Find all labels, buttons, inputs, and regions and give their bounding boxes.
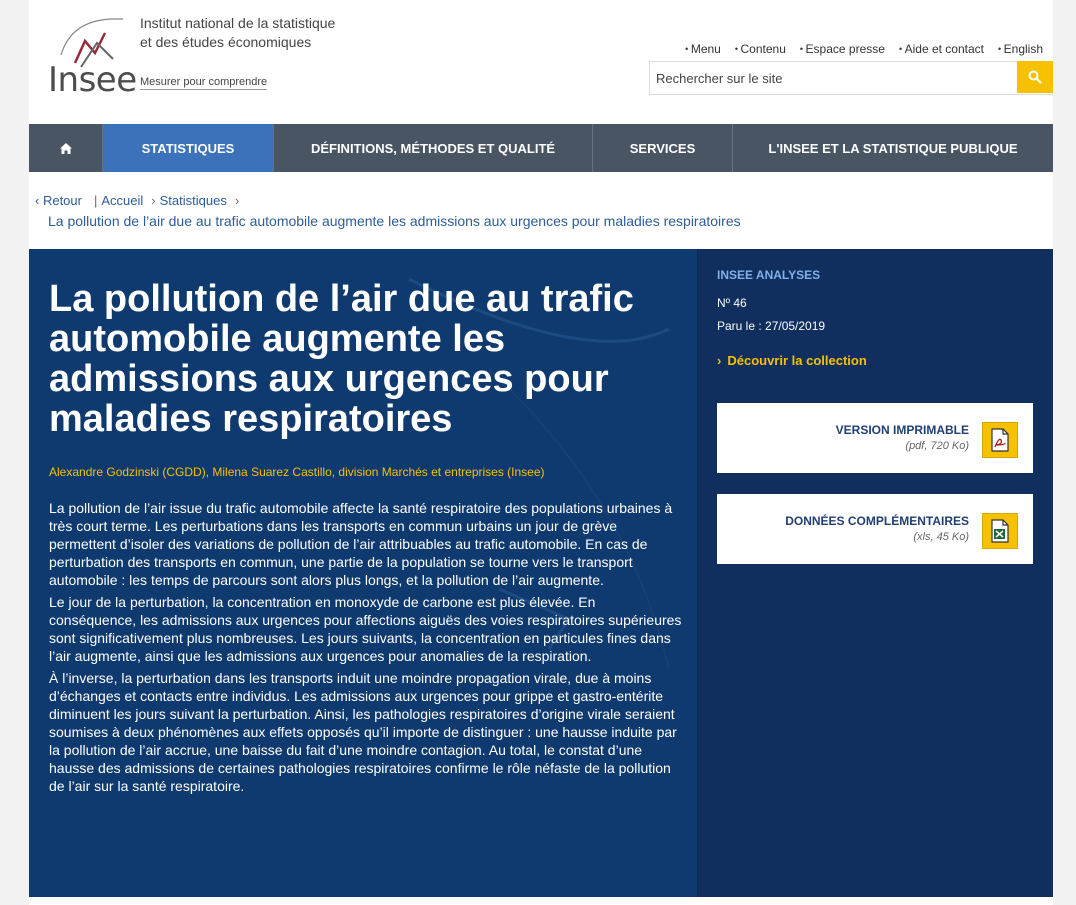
home-icon	[59, 142, 72, 154]
summary-paragraph: La pollution de l’air issue du trafic au…	[49, 500, 673, 588]
page: Insee Institut national de la statistiqu…	[29, 0, 1053, 905]
top-link-contenu[interactable]: Contenu	[735, 42, 786, 56]
nav-insee-statistique-publique[interactable]: L'INSEE ET LA STATISTIQUE PUBLIQUE	[733, 124, 1053, 172]
download-label: VERSION IMPRIMABLE	[835, 423, 969, 437]
logo-text[interactable]: Insee	[48, 60, 137, 100]
article-summary: La pollution de l’air issue du trafic au…	[49, 499, 685, 799]
download-additional-data[interactable]: DONNÉES COMPLÉMENTAIRES (xls, 45 Ko)	[717, 494, 1033, 564]
xls-icon	[982, 513, 1018, 549]
download-size: (pdf, 720 Ko)	[905, 440, 969, 452]
nav-statistiques[interactable]: STATISTIQUES	[103, 124, 274, 172]
download-size: (xls, 45 Ko)	[913, 531, 969, 543]
publication-number: Nº 46	[717, 296, 747, 310]
search-bar	[649, 61, 1053, 95]
breadcrumb-links: ‹ Retour | Accueil › Statistiques ›	[35, 191, 741, 211]
article-title: La pollution de l’air due au trafic auto…	[49, 278, 634, 440]
breadcrumb-home[interactable]: Accueil	[101, 193, 143, 208]
search-button[interactable]	[1017, 61, 1053, 93]
breadcrumb-statistiques[interactable]: Statistiques	[160, 193, 227, 208]
breadcrumb-current: La pollution de l’air due au trafic auto…	[48, 213, 741, 229]
main-nav: STATISTIQUES DÉFINITIONS, MÉTHODES ET QU…	[29, 124, 1053, 172]
summary-paragraph: Le jour de la perturbation, la concentra…	[49, 594, 682, 664]
summary-paragraph: À l’inverse, la perturbation dans les tr…	[49, 670, 677, 794]
search-input[interactable]	[650, 62, 1017, 94]
institute-name: Institut national de la statistique et d…	[140, 14, 335, 52]
top-link-espace-presse[interactable]: Espace presse	[800, 42, 885, 56]
back-link[interactable]: ‹ Retour	[35, 193, 86, 208]
publication-date: Paru le : 27/05/2019	[717, 319, 826, 333]
top-link-aide-contact[interactable]: Aide et contact	[899, 42, 984, 56]
search-icon	[1028, 70, 1042, 84]
article-authors: Alexandre Godzinski (CGDD), Milena Suare…	[49, 465, 545, 479]
article-main: La pollution de l’air due au trafic auto…	[29, 249, 698, 897]
article-hero: La pollution de l’air due au trafic auto…	[29, 249, 1053, 897]
nav-definitions[interactable]: DÉFINITIONS, MÉTHODES ET QUALITÉ	[274, 124, 593, 172]
article-sidebar: INSEE ANALYSES Nº 46 Paru le : 27/05/201…	[698, 249, 1053, 897]
institute-name-line1: Institut national de la statistique	[140, 15, 336, 31]
collection-link[interactable]: › Découvrir la collection	[717, 353, 867, 368]
breadcrumb-separator: |	[93, 193, 98, 208]
nav-services[interactable]: SERVICES	[593, 124, 733, 172]
breadcrumb: ‹ Retour | Accueil › Statistiques › La pollut…	[35, 191, 741, 231]
chevron-right-icon: ›	[234, 193, 240, 208]
chevron-right-icon: ›	[717, 353, 722, 368]
collection-link-label: Découvrir la collection	[727, 353, 867, 368]
download-label: DONNÉES COMPLÉMENTAIRES	[785, 514, 969, 528]
site-header: Insee Institut national de la statistiqu…	[29, 0, 1053, 124]
back-label: Retour	[42, 193, 82, 208]
pdf-icon	[982, 422, 1018, 458]
nav-home[interactable]	[29, 124, 103, 172]
top-link-english[interactable]: English	[998, 42, 1043, 56]
download-printable[interactable]: VERSION IMPRIMABLE (pdf, 720 Ko)	[717, 403, 1033, 473]
top-links: Menu Contenu Espace presse Aide et conta…	[685, 42, 1043, 56]
institute-name-line2: et des études économiques	[140, 34, 312, 50]
top-link-menu[interactable]: Menu	[685, 42, 721, 56]
chevron-right-icon: ›	[151, 193, 156, 208]
series-name: INSEE ANALYSES	[717, 268, 821, 282]
tagline: Mesurer pour comprendre	[140, 76, 268, 90]
